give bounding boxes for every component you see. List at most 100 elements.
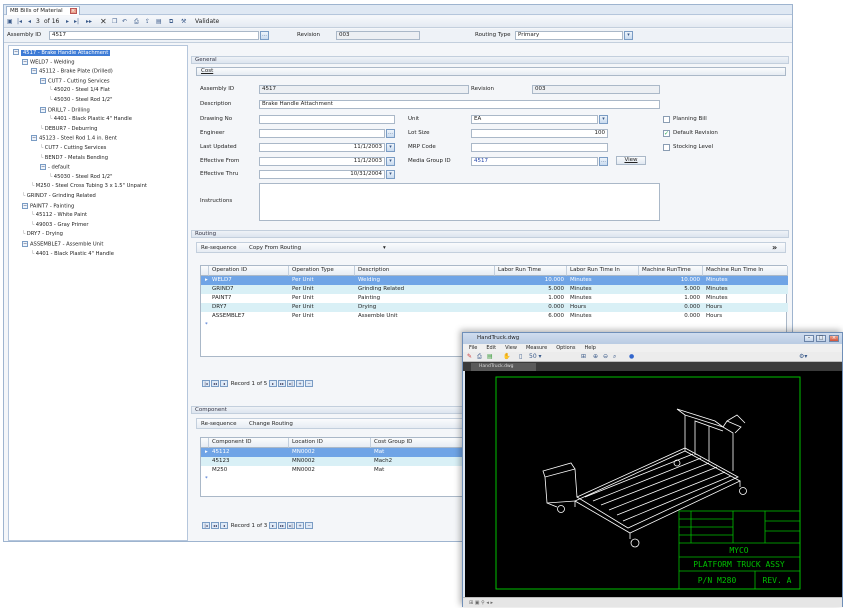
- engineer-field[interactable]: [259, 129, 385, 138]
- info-icon[interactable]: ●: [629, 353, 634, 361]
- table-cell[interactable]: Minutes: [703, 285, 788, 294]
- zoom-out-icon[interactable]: ⊖: [603, 353, 608, 361]
- collapse-icon[interactable]: −: [31, 135, 37, 142]
- export-icon[interactable]: ⇪: [145, 18, 150, 26]
- last-record-icon[interactable]: ▸|: [74, 18, 79, 26]
- table-cell[interactable]: 0.000: [495, 303, 567, 312]
- print-icon[interactable]: ⎙: [134, 18, 139, 26]
- copy-from-routing-button[interactable]: Copy From Routing: [249, 244, 301, 253]
- effective-thru-field[interactable]: 10/31/2004: [259, 170, 385, 179]
- settings-icon[interactable]: ⚙▾: [799, 353, 807, 361]
- tree-node[interactable]: └ 49003 - Gray Primer: [31, 222, 89, 229]
- add-row-icon[interactable]: +: [296, 522, 305, 529]
- validate-button[interactable]: Validate: [195, 18, 219, 26]
- last-record-icon[interactable]: ▸|: [287, 522, 296, 529]
- column-header[interactable]: Cost Group ID: [371, 438, 470, 448]
- table-cell[interactable]: Assemble Unit: [355, 312, 495, 321]
- column-header[interactable]: Labor Run Time: [495, 266, 567, 276]
- table-cell[interactable]: M250: [209, 466, 289, 475]
- table-cell[interactable]: 0.000: [639, 312, 703, 321]
- cost-tab[interactable]: Cost: [196, 67, 786, 76]
- column-header[interactable]: Machine RunTime: [639, 266, 703, 276]
- first-record-icon[interactable]: |◂: [202, 522, 210, 529]
- tree-node[interactable]: └ 45112 - White Paint: [31, 212, 87, 219]
- component-resequence-button[interactable]: Re-sequence: [201, 420, 236, 429]
- first-record-icon[interactable]: |◂: [17, 18, 22, 26]
- tree-node[interactable]: └ 45030 - Steel Rod 1/2": [49, 97, 112, 104]
- new-row-icon[interactable]: *: [202, 475, 209, 484]
- lot-size-field[interactable]: 100: [471, 129, 608, 138]
- delete-icon[interactable]: ✕: [100, 18, 107, 26]
- tree-node[interactable]: − CUT7 - Cutting Services: [40, 77, 110, 86]
- tree-node[interactable]: − WELD7 - Welding: [22, 58, 75, 67]
- tools-icon[interactable]: ⚒: [181, 18, 186, 26]
- tree-node[interactable]: └ M250 - Steel Cross Tubing 3 x 1.5" Unp…: [31, 183, 147, 190]
- table-cell[interactable]: Minutes: [703, 294, 788, 303]
- tree-node[interactable]: −45123 - Steel Rod 1.4 in. Bent: [31, 135, 117, 143]
- table-cell[interactable]: 45112: [209, 448, 289, 457]
- tree-node[interactable]: −45112 - Brake Plate (Drilled): [31, 68, 113, 76]
- table-cell[interactable]: PAINT7: [209, 294, 289, 303]
- collapse-icon[interactable]: −: [40, 164, 46, 171]
- table-cell[interactable]: Minutes: [567, 312, 639, 321]
- menu-item[interactable]: File: [469, 345, 477, 351]
- collapse-icon[interactable]: −: [40, 77, 46, 84]
- column-header[interactable]: Machine Run Time In: [703, 266, 788, 276]
- calendar-icon[interactable]: ▾: [386, 170, 395, 179]
- view-button[interactable]: View: [616, 156, 646, 165]
- zoom-extents-icon[interactable]: ⌕: [613, 353, 616, 361]
- table-cell[interactable]: Minutes: [703, 276, 788, 285]
- tree-node[interactable]: └ 45020 - Steel 1/4 Flat: [49, 87, 110, 94]
- table-cell[interactable]: MN0002: [289, 466, 371, 475]
- table-cell[interactable]: 0.000: [639, 303, 703, 312]
- next-record-icon[interactable]: ▸: [66, 18, 69, 26]
- stocking-level-checkbox[interactable]: [663, 144, 670, 151]
- column-header[interactable]: Component ID: [209, 438, 289, 448]
- media-lookup-button[interactable]: …: [599, 157, 608, 166]
- tree-node[interactable]: └ 4401 - Black Plastic 4" Handle: [31, 251, 114, 258]
- tree-node[interactable]: └ BEND7 - Metals Bending: [40, 155, 108, 162]
- assembly-lookup-button[interactable]: …: [260, 31, 269, 40]
- table-cell[interactable]: GRIND7: [209, 285, 289, 294]
- table-cell[interactable]: Mach2: [371, 457, 470, 466]
- table-cell[interactable]: MN0002: [289, 457, 371, 466]
- resequence-button[interactable]: Re-sequence: [201, 244, 236, 253]
- prev-record-icon[interactable]: ◂: [220, 522, 228, 529]
- table-cell[interactable]: Grinding Related: [355, 285, 495, 294]
- minimize-icon[interactable]: –: [804, 335, 814, 342]
- table-cell[interactable]: Painting: [355, 294, 495, 303]
- prev-record-icon[interactable]: ◂: [220, 380, 228, 387]
- add-row-icon[interactable]: +: [296, 380, 305, 387]
- tree-node[interactable]: └ DRY7 - Drying: [22, 231, 63, 238]
- save-icon[interactable]: ▣: [7, 18, 13, 26]
- table-cell[interactable]: Minutes: [567, 285, 639, 294]
- menu-item[interactable]: Help: [584, 345, 595, 351]
- table-cell[interactable]: Per Unit: [289, 294, 355, 303]
- close-icon[interactable]: ×: [69, 8, 77, 14]
- maximize-icon[interactable]: □: [816, 335, 826, 342]
- copy-icon[interactable]: ❐: [112, 18, 117, 26]
- tree-node[interactable]: − - default: [40, 164, 70, 172]
- next-record-icon[interactable]: ▸: [269, 380, 278, 387]
- expand-icon[interactable]: »: [772, 243, 777, 252]
- last-updated-field[interactable]: 11/1/2003: [259, 143, 385, 152]
- mrp-code-field[interactable]: [471, 143, 608, 152]
- table-cell[interactable]: Minutes: [567, 294, 639, 303]
- collapse-icon[interactable]: −: [22, 241, 28, 247]
- calendar-icon[interactable]: ▾: [386, 157, 395, 166]
- new-record-icon[interactable]: ▸▸: [86, 18, 92, 26]
- assembly-id-field[interactable]: 4517: [49, 31, 259, 40]
- column-header[interactable]: Operation ID: [209, 266, 289, 276]
- table-cell[interactable]: Drying: [355, 303, 495, 312]
- collapse-icon[interactable]: −: [31, 68, 37, 75]
- effective-from-field[interactable]: 11/1/2003: [259, 157, 385, 166]
- report-icon[interactable]: ▤: [156, 18, 162, 26]
- menu-item[interactable]: Measure: [526, 345, 547, 351]
- table-cell[interactable]: 10.000: [639, 276, 703, 285]
- menu-item[interactable]: Edit: [486, 345, 496, 351]
- tree-node[interactable]: └ DEBUR7 - Deburring: [40, 126, 97, 133]
- table-cell[interactable]: Mat: [371, 466, 470, 475]
- print-icon[interactable]: ⎙: [477, 353, 482, 361]
- tab-bills-of-material[interactable]: MB Bills of Material ×: [6, 6, 80, 15]
- cad-drawing-canvas[interactable]: MYCO PLATFORM TRUCK ASSY P/N M280 REV. A: [465, 371, 842, 597]
